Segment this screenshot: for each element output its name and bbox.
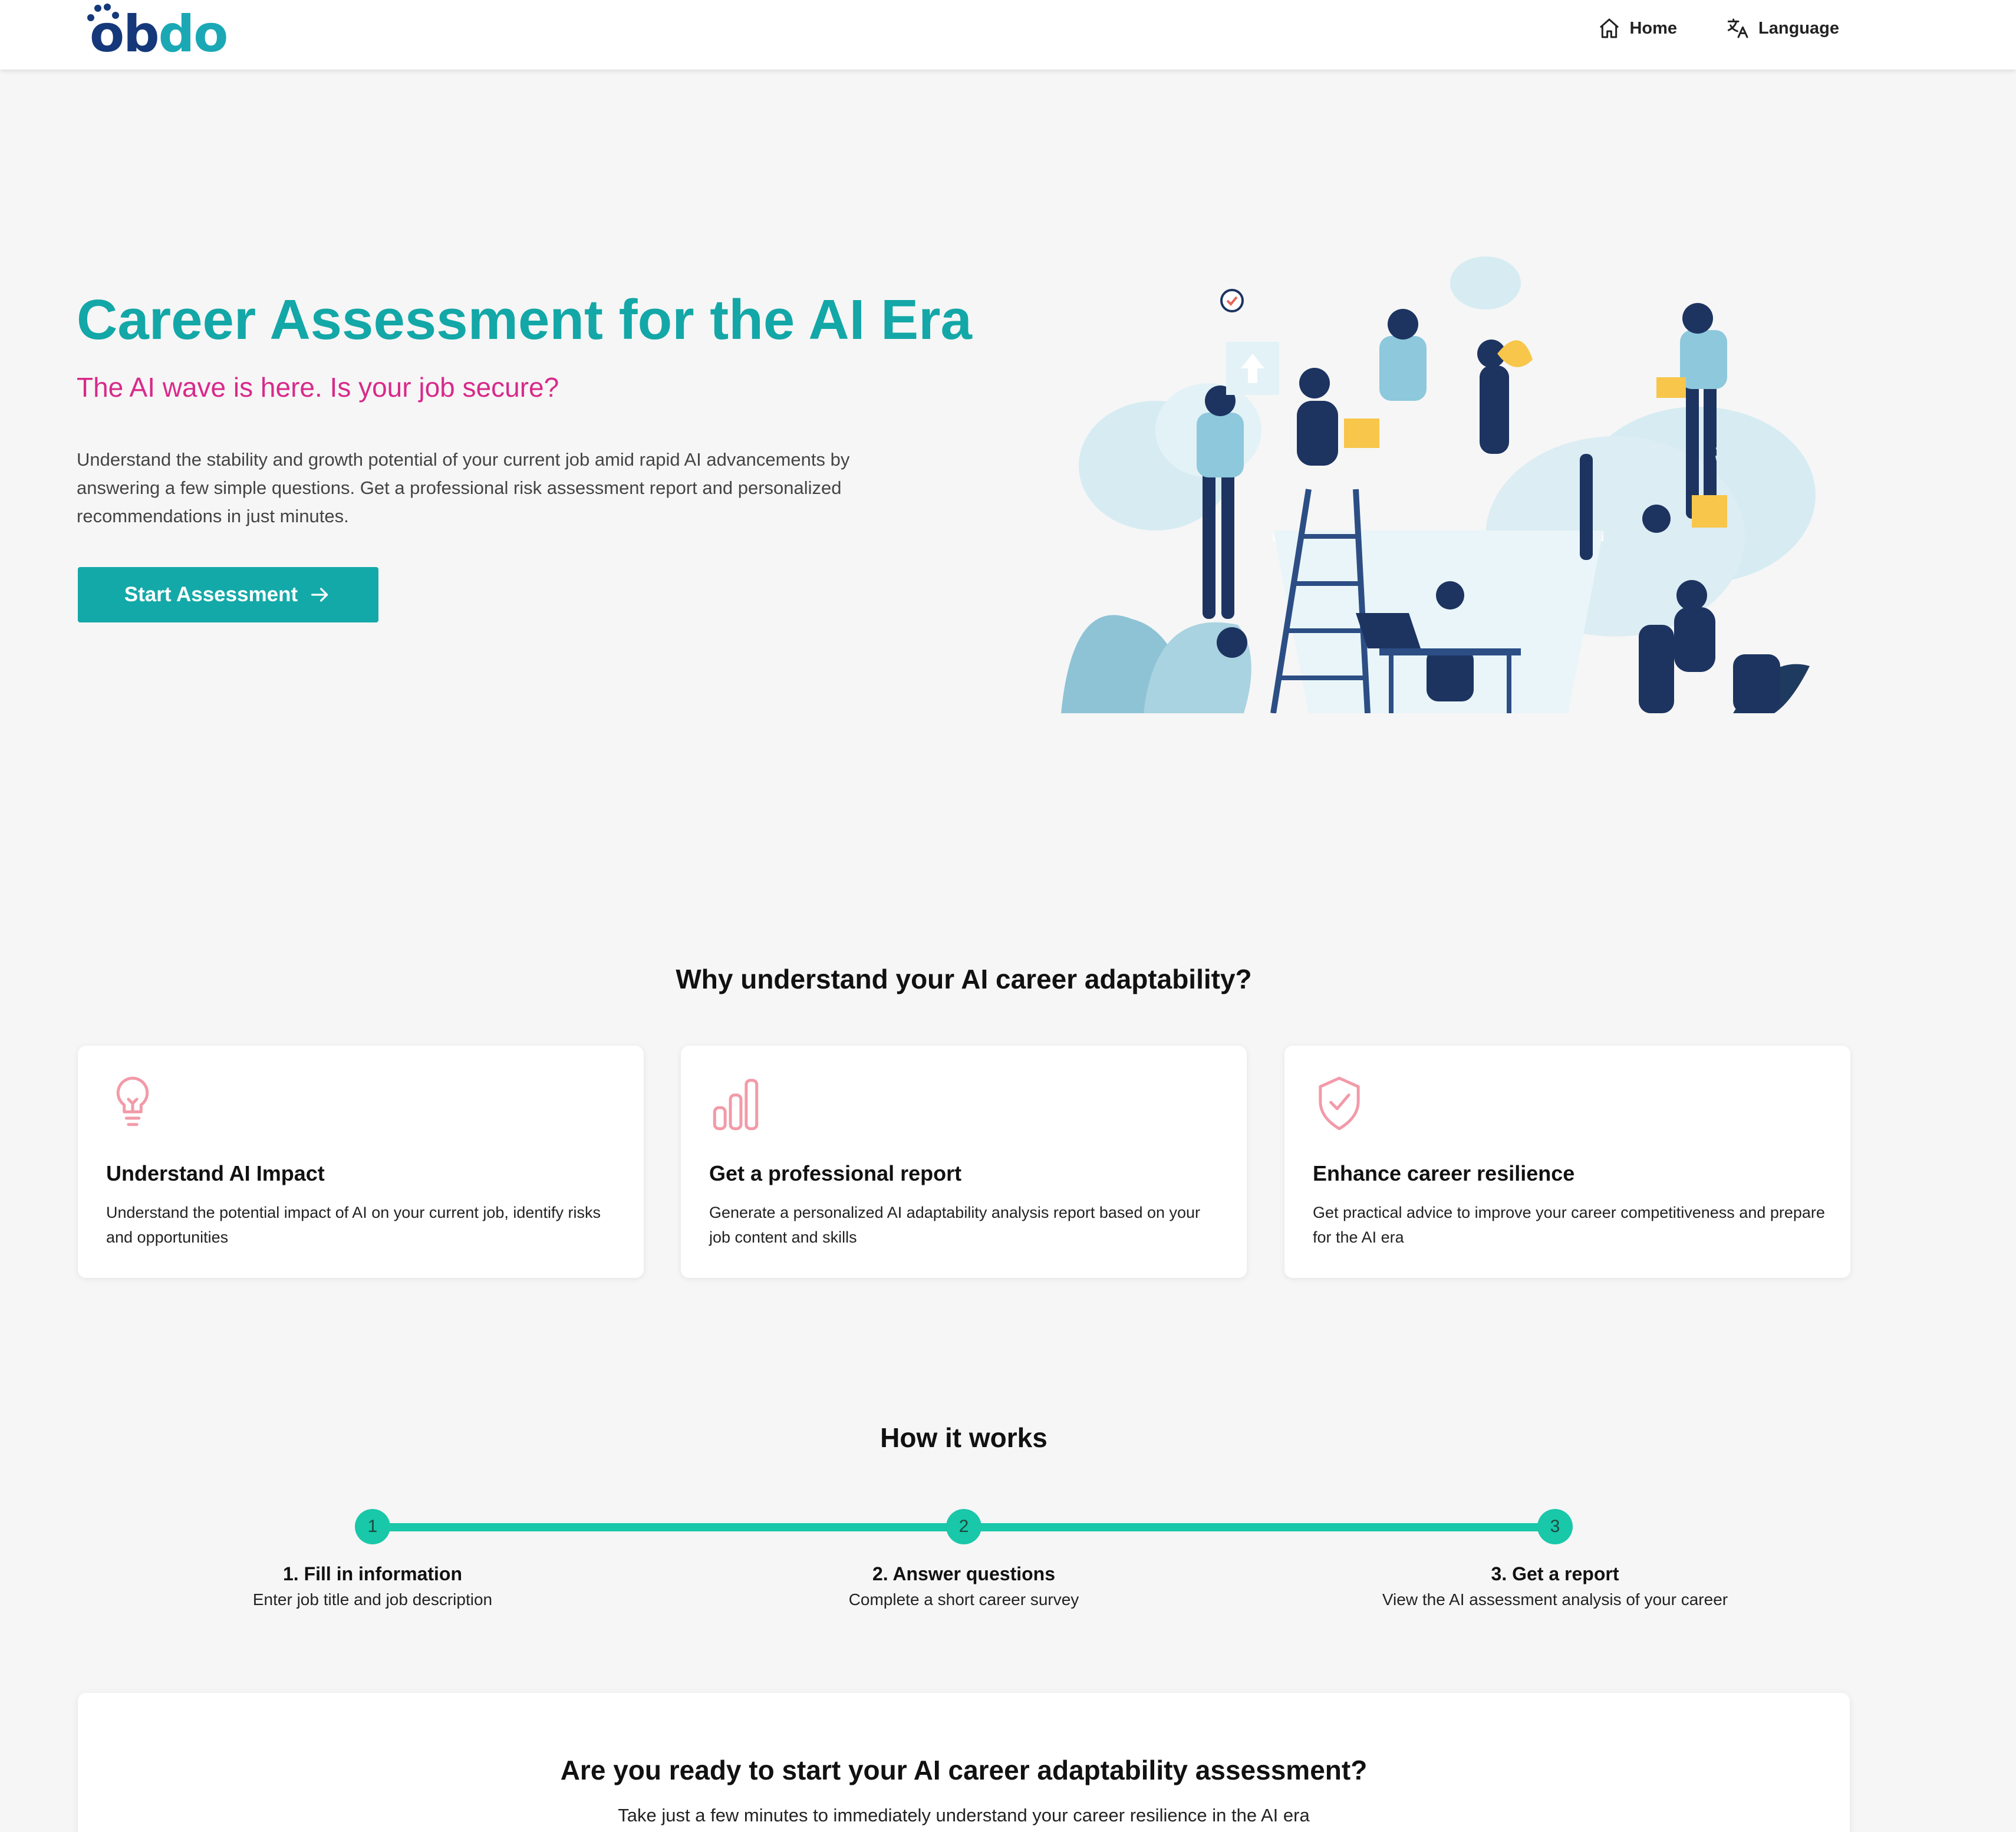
nav-home[interactable]: Home <box>1597 17 1677 40</box>
shield-check-icon <box>1319 1076 1360 1131</box>
obodo-logo[interactable]: o b do <box>87 4 229 64</box>
step-2-label: 2. Answer questions <box>872 1563 1055 1584</box>
step-2-description: Complete a short career survey <box>848 1590 1079 1609</box>
card-title: Get a professional report <box>709 1161 962 1185</box>
cta-panel: Are you ready to start your AI career ad… <box>78 1693 1850 1832</box>
logo-do-text: do <box>158 5 229 64</box>
nav-language[interactable]: Language <box>1727 17 1839 40</box>
hero-subtitle: The AI wave is here. Is your job secure? <box>77 372 559 403</box>
team-collaboration-illustration <box>1061 256 1816 713</box>
step-1-description: Enter job title and job description <box>252 1590 493 1609</box>
card-text: Get practical advice to improve your car… <box>1313 1204 1825 1246</box>
nav-language-label: Language <box>1758 18 1839 38</box>
step-3-marker: 3 <box>1537 1509 1573 1544</box>
step-3-description: View the AI assessment analysis of your … <box>1382 1590 1728 1609</box>
logo-letter-o: o <box>87 4 124 64</box>
logo-mark-icon <box>87 4 119 21</box>
step-2-marker: 2 <box>946 1509 981 1544</box>
step-1-label: 1. Fill in information <box>283 1563 462 1584</box>
card-title: Enhance career resilience <box>1313 1161 1575 1185</box>
bar-chart-icon <box>713 1079 759 1131</box>
step-3-label: 3. Get a report <box>1491 1563 1619 1584</box>
translate-icon <box>1727 18 1748 38</box>
start-assessment-label: Start Assessment <box>124 583 298 606</box>
start-assessment-button[interactable]: Start Assessment <box>78 567 378 622</box>
hero-title: Career Assessment for the AI Era <box>77 288 972 351</box>
feature-card-resilience: Enhance career resilience Get practical … <box>1284 1046 1850 1278</box>
cta-title: Are you ready to start your AI career ad… <box>560 1755 1368 1785</box>
how-section-title: How it works <box>880 1422 1047 1453</box>
feature-card-ai-impact: Understand AI Impact Understand the pote… <box>78 1046 644 1278</box>
home-icon <box>1600 18 1619 38</box>
hero-description: Understand the stability and growth pote… <box>77 449 850 526</box>
nav-home-label: Home <box>1629 18 1678 38</box>
cta-text: Take just a few minutes to immediately u… <box>618 1805 1310 1826</box>
feature-card-report: Get a professional report Generate a per… <box>681 1046 1247 1278</box>
arrow-right-icon <box>311 588 328 602</box>
card-text: Generate a personalized AI adaptability … <box>709 1204 1201 1246</box>
top-navbar: o b do Home Language <box>0 0 2016 70</box>
why-section-title: Why understand your AI career adaptabili… <box>676 964 1252 994</box>
card-title: Understand AI Impact <box>106 1161 325 1185</box>
nav-menu: Home Language <box>1597 17 1839 40</box>
card-text: Understand the potential impact of AI on… <box>106 1204 601 1246</box>
step-1-marker: 1 <box>355 1509 390 1544</box>
logo-b-text: b <box>123 5 160 64</box>
lightbulb-icon <box>116 1076 149 1126</box>
